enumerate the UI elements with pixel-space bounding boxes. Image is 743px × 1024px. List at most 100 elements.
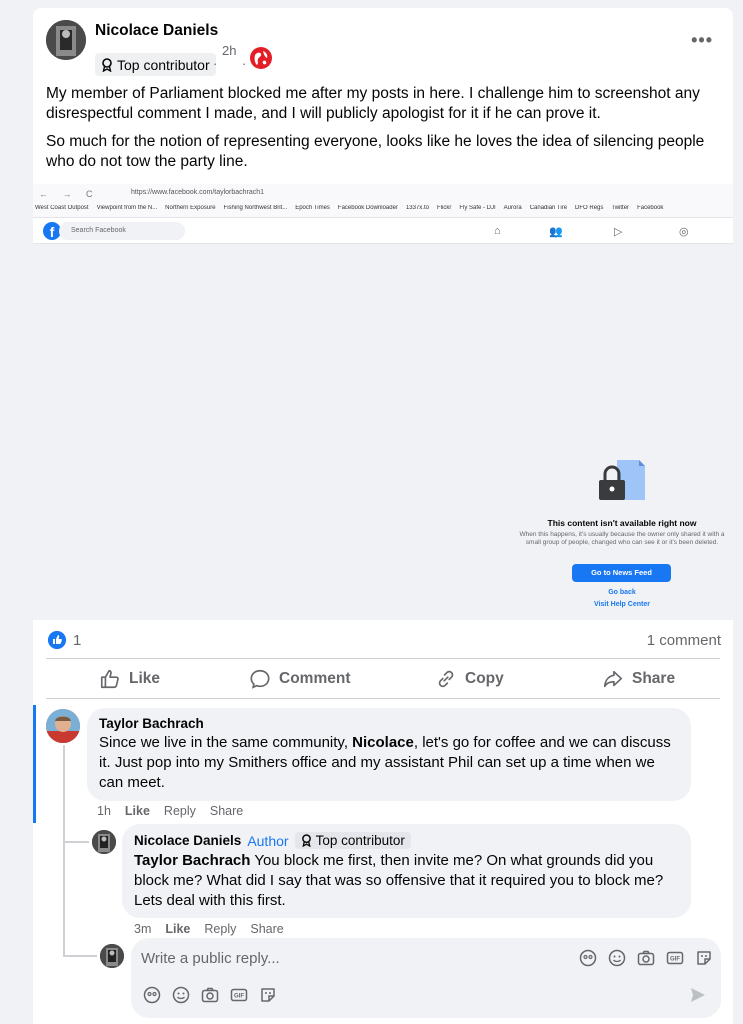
go-back-link: Go back (608, 589, 636, 596)
reply-header: Nicolace Daniels Author Top contributor (134, 832, 679, 849)
bookmark-item: Northern Exposure (165, 205, 216, 211)
like-button[interactable]: Like (99, 668, 160, 690)
groups-icon: ◎ (679, 226, 689, 238)
bookmark-item: Facebook Downloader (337, 205, 398, 211)
browser-url: https://www.facebook.com/taylorbachrach1 (131, 189, 265, 196)
gif-icon[interactable]: GIF (666, 949, 684, 967)
emoji-icon[interactable] (172, 986, 190, 1004)
comment-meta: 1h Like Reply Share (97, 804, 243, 818)
comment-reply-button[interactable]: Reply (164, 804, 196, 818)
camera-icon[interactable] (201, 986, 219, 1004)
reply-input[interactable] (141, 946, 571, 970)
svg-text:GIF: GIF (670, 957, 680, 963)
reply-author-avatar[interactable] (92, 830, 116, 854)
emoji-icon[interactable] (608, 949, 626, 967)
comment-time[interactable]: 1h (97, 804, 111, 818)
thread-line (63, 955, 97, 957)
divider (46, 698, 720, 699)
reaction-count[interactable]: 1 (73, 632, 81, 649)
copy-button[interactable]: Copy (435, 668, 504, 690)
separator-dot: · (213, 56, 218, 71)
avatar-sticker-icon[interactable] (579, 949, 597, 967)
comment-text: Since we live in the same community, Nic… (99, 733, 679, 793)
bookmark-item: Twitter (611, 205, 630, 211)
post-card: Nicolace Daniels Top contributor · 2h · … (33, 8, 733, 1024)
bookmark-item: Aurora (503, 205, 522, 211)
separator-dot: · (242, 56, 247, 71)
bookmark-item: Facebook (637, 205, 664, 211)
thumbs-up-icon (100, 669, 119, 689)
reply-share-button[interactable]: Share (250, 922, 283, 936)
like-reaction-icon[interactable] (48, 631, 66, 649)
reply-composer: GIF GIF (131, 938, 721, 1018)
like-label: Like (129, 670, 161, 687)
current-user-avatar[interactable] (100, 944, 124, 968)
share-arrow-icon (603, 670, 623, 688)
badge-label: Top contributor (117, 56, 210, 73)
reply-author-name[interactable]: Nicolace Daniels (134, 833, 241, 848)
sticker-icon[interactable] (259, 986, 277, 1004)
divider (46, 658, 720, 659)
copy-label: Copy (465, 670, 504, 687)
reply-reply-button[interactable]: Reply (204, 922, 236, 936)
reply-like-button[interactable]: Like (165, 922, 190, 936)
help-center-link: Visit Help Center (594, 601, 650, 608)
bookmark-item: Fly Safe - DJI (459, 205, 496, 211)
post-time[interactable]: 2h (222, 43, 236, 58)
avatar-sticker-icon[interactable] (143, 986, 161, 1004)
commenter-name-text[interactable]: Taylor Bachrach (99, 716, 204, 731)
mention-link[interactable]: Taylor Bachrach (134, 852, 250, 869)
comment-count[interactable]: 1 comment (647, 632, 721, 649)
bookmark-item: West Coast Outpost (35, 205, 89, 211)
globe-icon[interactable] (249, 46, 273, 70)
top-contributor-badge[interactable]: Top contributor (95, 53, 216, 76)
link-icon (438, 670, 454, 688)
post-paragraph: So much for the notion of representing e… (46, 133, 705, 170)
sticker-icon[interactable] (695, 949, 713, 967)
attached-screenshot[interactable]: ← → C https://www.facebook.com/taylorbac… (33, 184, 733, 620)
go-to-news-feed-button: Go to News Feed (572, 564, 671, 582)
comment-like-button[interactable]: Like (125, 804, 150, 818)
badge-label: Top contributor (315, 833, 405, 848)
award-icon (301, 834, 311, 847)
send-icon[interactable] (689, 986, 707, 1004)
author-avatar[interactable] (46, 20, 86, 60)
bookmark-item: Canadian Tire (529, 205, 568, 211)
commenter-avatar[interactable] (46, 709, 80, 743)
comment-share-button[interactable]: Share (210, 804, 243, 818)
comment-icon (250, 669, 270, 689)
award-icon (102, 57, 112, 72)
bookmark-item: Flickr (436, 205, 452, 211)
facebook-header: f Search Facebook ⌂ 👥 ▷ ◎ (33, 218, 733, 244)
reply-meta: 3m Like Reply Share (134, 922, 284, 936)
mention-link[interactable]: Nicolace (352, 734, 414, 751)
comment-bubble: Taylor Bachrach Since we live in the sam… (87, 708, 691, 801)
author-tag: Author (247, 832, 289, 849)
comment-label: Comment (279, 670, 351, 687)
watch-icon: ▷ (614, 226, 623, 238)
reply-time[interactable]: 3m (134, 922, 151, 936)
gif-icon[interactable]: GIF (230, 986, 248, 1004)
share-label: Share (632, 670, 676, 687)
browser-nav: ← → C (39, 189, 99, 199)
post-actions: Like Comment Copy Share (33, 660, 733, 698)
thread-line (63, 841, 89, 843)
home-icon: ⌂ (494, 225, 501, 237)
camera-icon[interactable] (637, 949, 655, 967)
highlighted-comment-marker (33, 705, 36, 823)
unavailable-description: When this happens, it's usually because … (519, 531, 725, 546)
reply-text: Taylor Bachrach You block me first, then… (134, 851, 679, 911)
svg-text:GIF: GIF (234, 994, 244, 1000)
commenter-name[interactable]: Taylor Bachrach (99, 716, 679, 731)
post-paragraph: My member of Parliament blocked me after… (46, 85, 700, 122)
reply-bubble: Nicolace Daniels Author Top contributor … (122, 824, 691, 918)
bookmarks-bar: West Coast Outpost Viewpoint from the N..… (33, 205, 733, 218)
author-name[interactable]: Nicolace Daniels (95, 22, 218, 40)
thread-line (63, 745, 65, 957)
bookmark-item: Epoch Times (295, 205, 330, 211)
comment-button[interactable]: Comment (249, 668, 350, 690)
reactions-summary: 1 1 comment (33, 620, 733, 658)
top-contributor-badge[interactable]: Top contributor (294, 832, 411, 849)
share-button[interactable]: Share (602, 668, 675, 690)
more-options-button[interactable]: ••• (691, 30, 713, 51)
